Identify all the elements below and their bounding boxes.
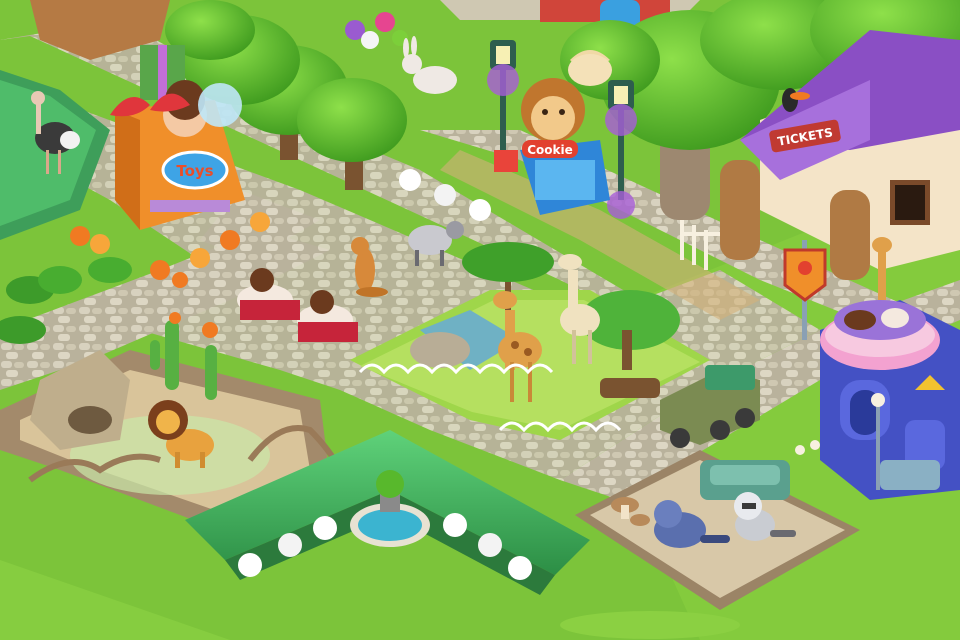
- toy-sign: Toys: [161, 150, 229, 190]
- zoo-map: Cookie Toys TICKETS: [0, 0, 960, 640]
- cookie-sign-text: Cookie: [527, 143, 573, 157]
- toy-sign-text: Toys: [176, 162, 213, 180]
- dirt-patch: [560, 611, 740, 639]
- zoo-game-view: Cookie Toys TICKETS: [0, 0, 960, 640]
- cookie-sign: Cookie: [522, 140, 578, 158]
